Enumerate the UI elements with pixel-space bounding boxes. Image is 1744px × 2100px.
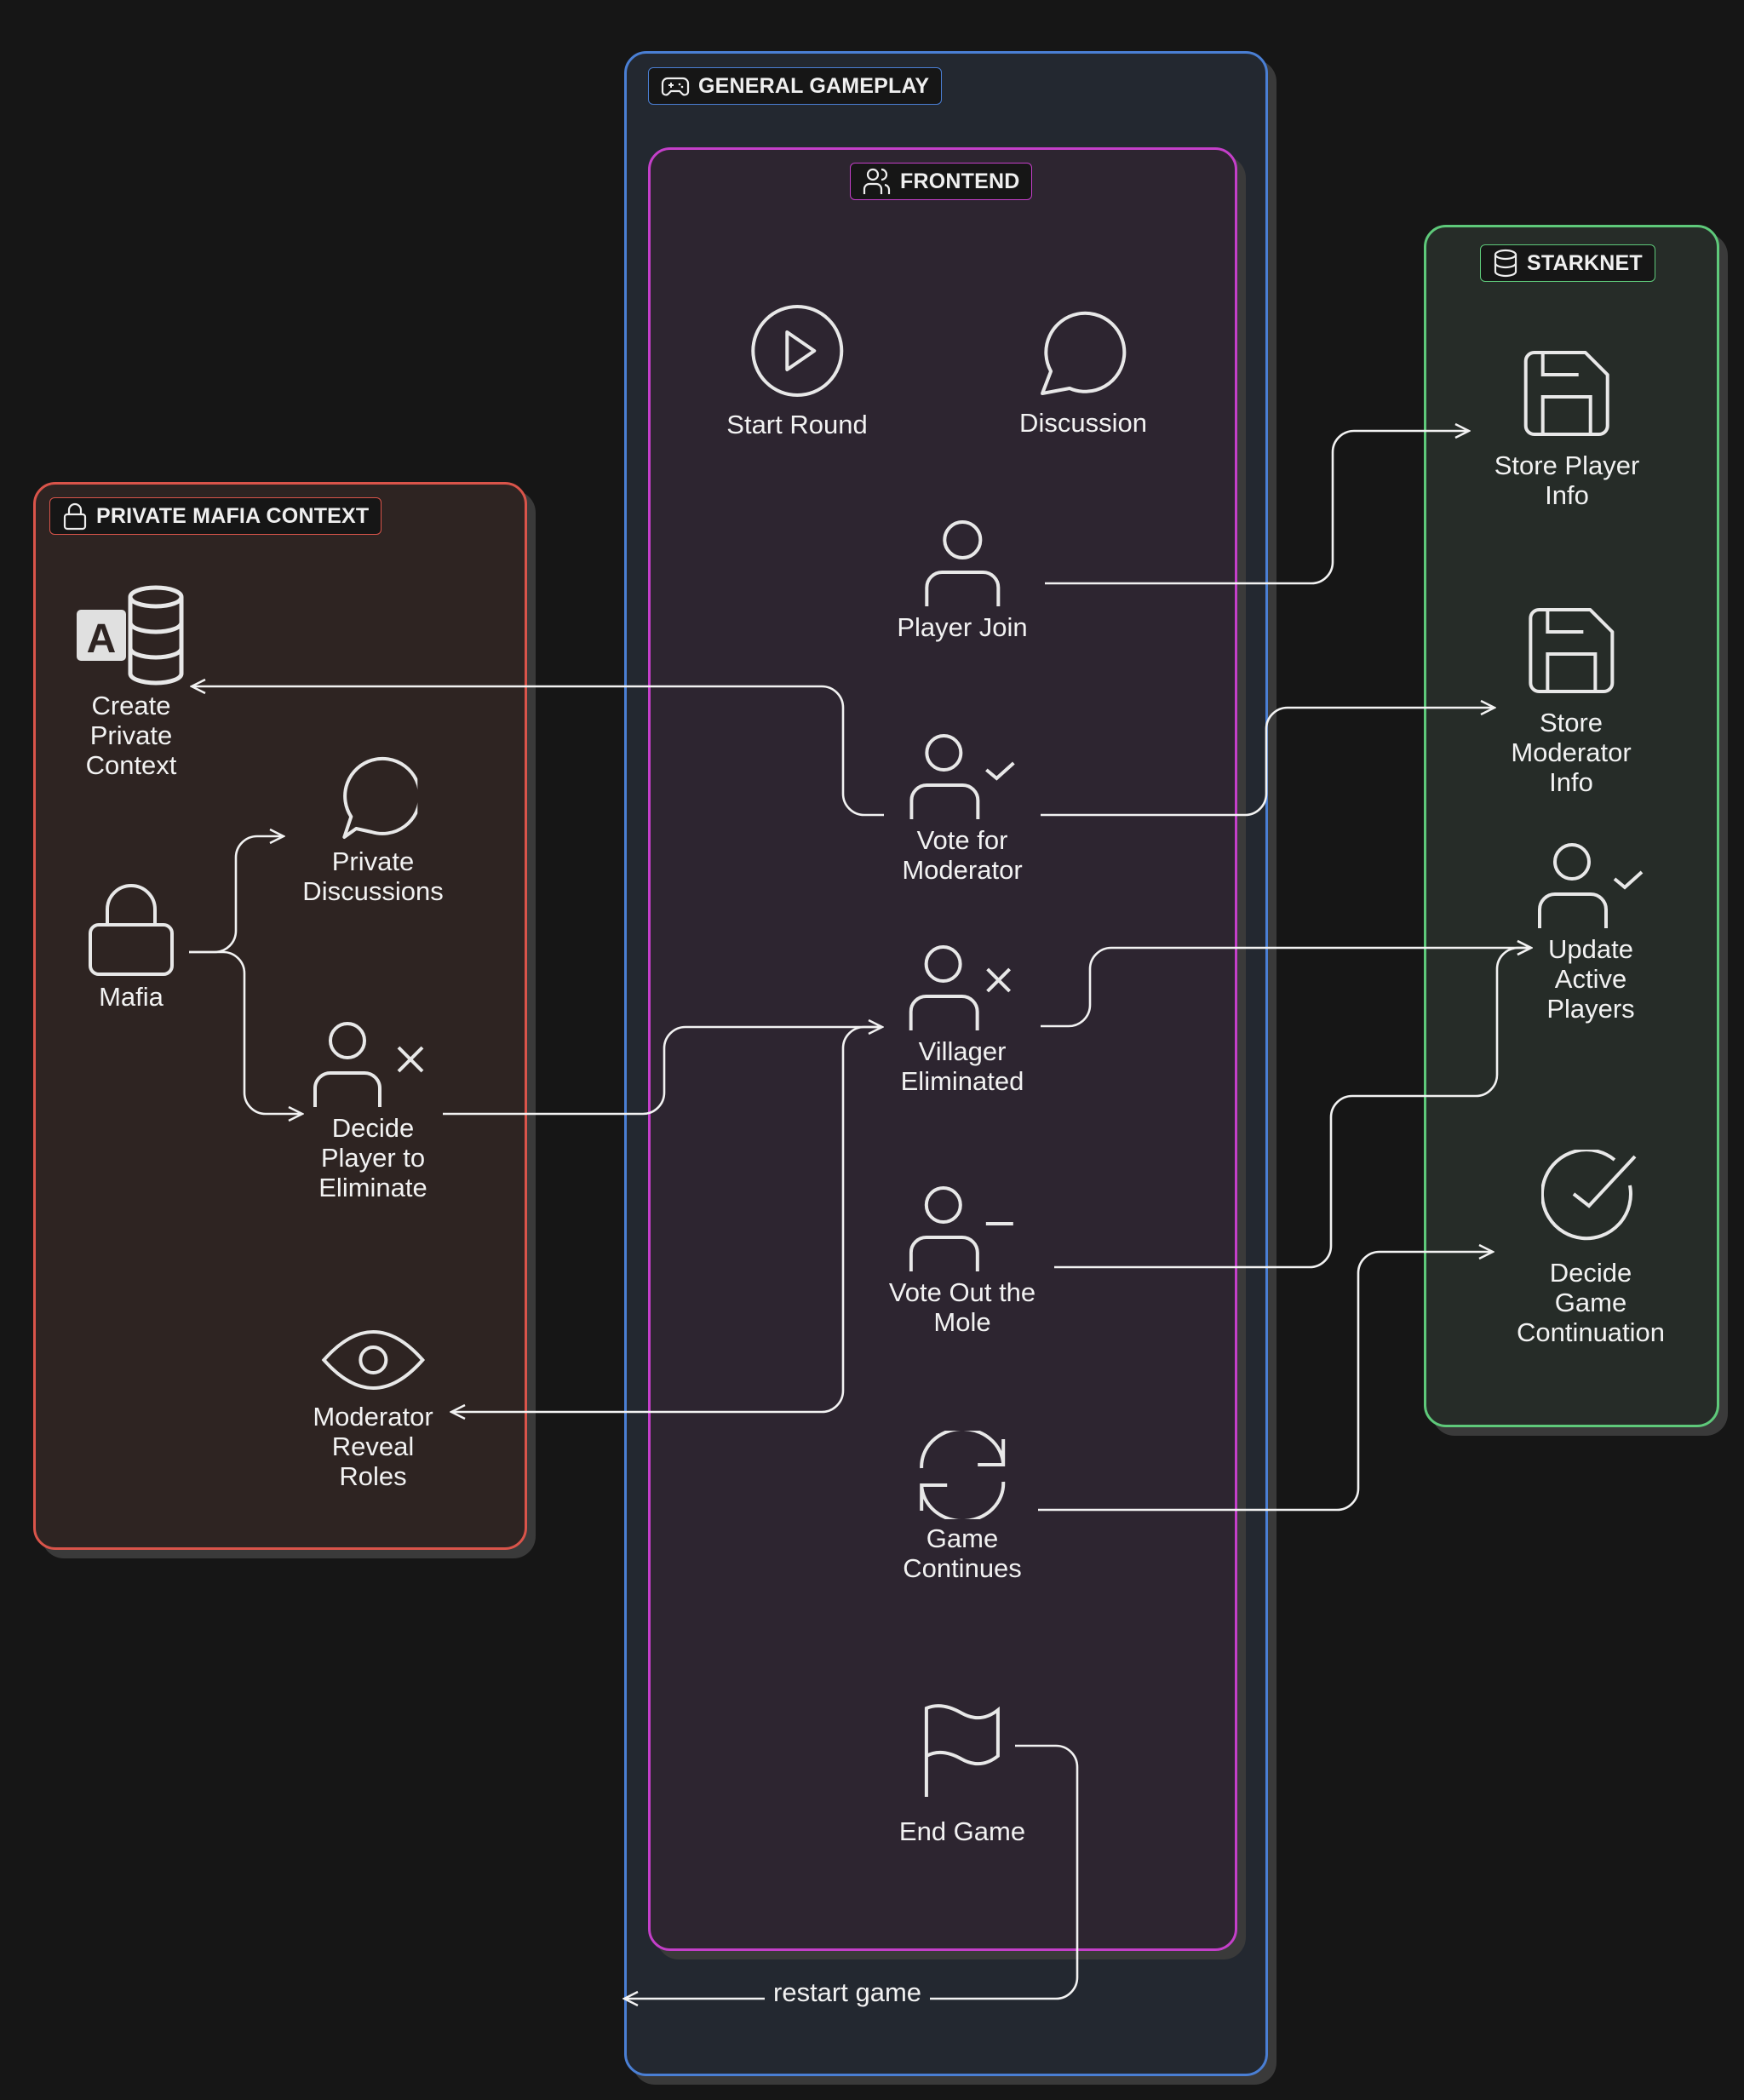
node-moderator-reveal-roles[interactable]: Moderator Reveal Roles — [313, 1323, 433, 1491]
chat-bubble-icon — [341, 756, 422, 839]
edge-mafia-to-decide-eliminate[interactable] — [189, 950, 302, 1114]
node-label: Store Moderator Info — [1511, 708, 1632, 797]
node-label: End Game — [898, 1816, 1026, 1846]
flag-icon — [924, 1704, 1000, 1797]
edges-layer — [189, 0, 1744, 2100]
edge-game-continues-to-decide-game-continuation[interactable] — [1038, 1252, 1493, 1512]
node-player-join[interactable]: Player Join — [897, 519, 1028, 642]
node-label: Vote Out the Mole — [888, 1277, 1036, 1337]
chat-bubble-icon — [1040, 311, 1127, 395]
node-update-active-players[interactable]: Update Active Players — [1538, 843, 1644, 1024]
node-start-round[interactable]: Start Round — [726, 303, 868, 439]
node-label: Moderator Reveal Roles — [313, 1402, 433, 1491]
edge-vote-moderator-to-create-private-context[interactable] — [192, 686, 884, 817]
edge-player-join-to-store-player-info[interactable] — [1045, 431, 1469, 585]
user-check-icon — [909, 734, 1015, 819]
save-icon — [1528, 608, 1614, 693]
node-label: Villager Eliminated — [900, 1036, 1024, 1096]
node-end-game[interactable]: End Game — [899, 1703, 1025, 1846]
svg-text:A: A — [87, 617, 117, 662]
eye-icon — [321, 1330, 425, 1390]
node-label: Store Player Info — [1494, 450, 1640, 510]
node-store-moderator-info[interactable]: Store Moderator Info — [1511, 606, 1632, 797]
edge-mafia-to-private-discussions[interactable] — [189, 836, 284, 954]
play-circle-icon — [751, 305, 843, 397]
node-label: Decide Player to Eliminate — [318, 1113, 427, 1202]
node-store-player-info[interactable]: Store Player Info — [1494, 349, 1640, 510]
node-decide-player-to-eliminate[interactable]: Decide Player to Eliminate — [313, 1022, 433, 1202]
lock-icon — [89, 884, 174, 976]
user-x-icon — [909, 945, 1012, 1030]
node-discussion[interactable]: Discussion — [1019, 308, 1147, 438]
node-label: Private Discussions — [302, 846, 444, 906]
node-label: Start Round — [726, 410, 868, 439]
node-label: Update Active Players — [1546, 934, 1635, 1024]
user-minus-icon — [909, 1186, 1013, 1271]
node-label: Decide Game Continuation — [1516, 1258, 1666, 1347]
access-database-icon: A — [77, 585, 184, 686]
node-decide-game-continuation[interactable]: Decide Game Continuation — [1516, 1148, 1666, 1347]
node-game-continues[interactable]: Game Continues — [903, 1426, 1022, 1583]
node-private-discussions[interactable]: Private Discussions — [302, 754, 444, 906]
node-vote-for-moderator[interactable]: Vote for Moderator — [902, 734, 1023, 885]
refresh-icon — [919, 1426, 1006, 1523]
check-circle-icon — [1540, 1148, 1637, 1241]
node-label: Vote for Moderator — [902, 825, 1023, 885]
user-check-icon — [1538, 843, 1644, 928]
save-icon — [1523, 351, 1609, 436]
node-villager-eliminated[interactable]: Villager Eliminated — [901, 945, 1024, 1096]
edge-label-restart-game: restart game — [765, 1977, 931, 2008]
edge-decide-eliminate-to-villager-eliminated[interactable] — [443, 1027, 882, 1116]
edge-villager-eliminated-to-moderator-reveal-roles[interactable] — [451, 1025, 882, 1412]
node-label: Player Join — [897, 612, 1028, 642]
edge-villager-eliminated-to-update-active-players[interactable] — [1041, 948, 1531, 1028]
node-mafia[interactable]: Mafia — [87, 882, 175, 1012]
user-x-icon — [313, 1022, 424, 1107]
node-vote-out-the-mole[interactable]: Vote Out the Mole — [889, 1186, 1036, 1337]
edge-vote-moderator-to-store-moderator-info[interactable] — [1041, 708, 1494, 817]
node-label: Mafia — [99, 982, 164, 1012]
user-icon — [924, 520, 1000, 606]
node-label: Discussion — [1019, 408, 1147, 438]
edge-vote-out-mole-to-update-active-players[interactable] — [1054, 948, 1531, 1269]
node-label: Game Continues — [903, 1523, 1022, 1583]
node-create-private-context[interactable]: A Create Private Context — [75, 584, 187, 780]
node-label: Create Private Context — [85, 691, 177, 780]
